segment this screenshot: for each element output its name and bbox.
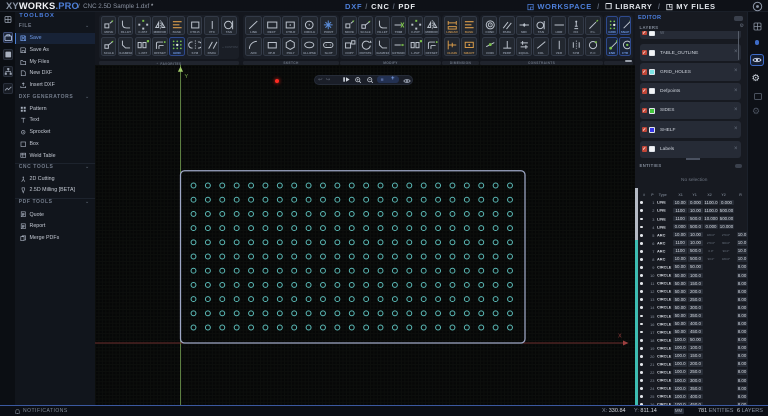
svg-text:X: X xyxy=(618,334,622,340)
svg-text:Y: Y xyxy=(185,74,189,80)
